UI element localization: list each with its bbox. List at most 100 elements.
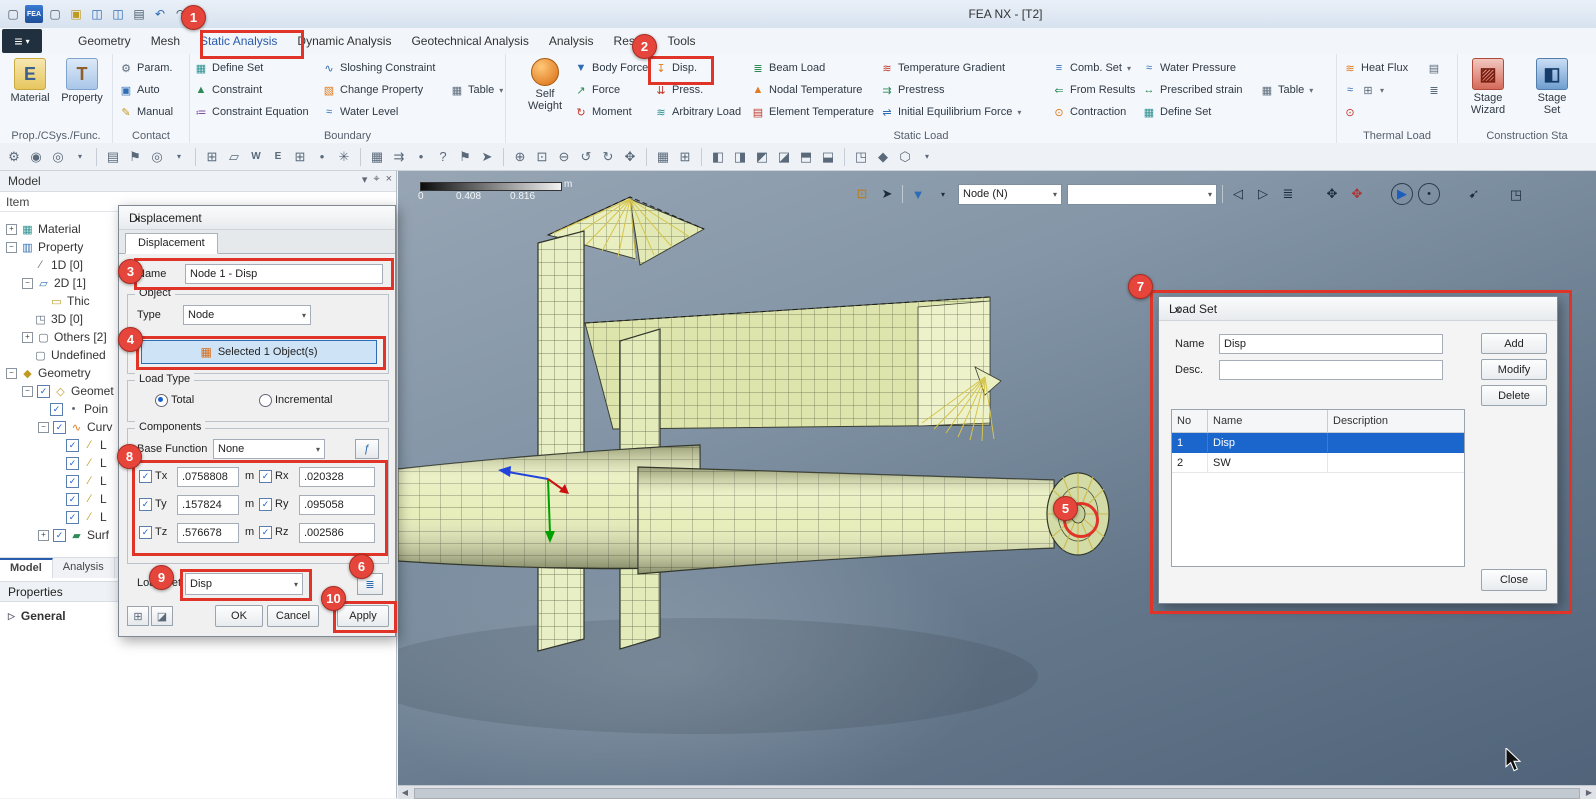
- property-button[interactable]: T Property: [58, 58, 106, 104]
- tree-item-others[interactable]: + ▢ Others [2]: [22, 328, 107, 346]
- collapse-icon[interactable]: −: [6, 241, 17, 253]
- open-file-icon[interactable]: ▣: [67, 5, 85, 23]
- tree-item-thickness[interactable]: ▭ Thic: [50, 292, 89, 310]
- collapse-icon[interactable]: −: [22, 277, 33, 289]
- change-property-button[interactable]: ▧ Change Property: [320, 80, 437, 100]
- object-type-select[interactable]: Node ▾: [183, 305, 311, 325]
- lock-icon[interactable]: ◉: [26, 147, 46, 167]
- checkbox[interactable]: ✓: [37, 384, 50, 398]
- contraction-button[interactable]: ⊙ Contraction: [1050, 102, 1137, 122]
- mesh-check-icon[interactable]: ▦: [367, 147, 387, 167]
- zoom-in-icon[interactable]: ⊕: [510, 147, 530, 167]
- manual-button[interactable]: ✎ Manual: [117, 102, 175, 122]
- auto-button[interactable]: ▣ Auto: [117, 80, 175, 100]
- tree-item-surface[interactable]: + ✓ ▰ Surf: [38, 526, 109, 544]
- close-button[interactable]: Close: [1481, 569, 1547, 591]
- material-button[interactable]: E Material: [6, 58, 54, 104]
- view-left-icon[interactable]: ⬒: [796, 147, 816, 167]
- sloshing-constraint-button[interactable]: ∿ Sloshing Constraint: [320, 58, 437, 78]
- record-icon[interactable]: •: [1418, 183, 1440, 205]
- dialog-title-bar[interactable]: Load Set ×: [1159, 297, 1557, 321]
- ry-checkbox[interactable]: ✓: [259, 498, 272, 511]
- scrollbar-thumb[interactable]: [414, 788, 1580, 799]
- horizontal-scrollbar[interactable]: ◀ ▶: [398, 785, 1596, 799]
- walkthrough-icon[interactable]: ➹: [1464, 184, 1484, 204]
- desc-input[interactable]: [1219, 360, 1443, 380]
- ty-input[interactable]: .157824: [177, 495, 239, 515]
- tree-item-2d[interactable]: − ▱ 2D [1]: [22, 274, 86, 292]
- undo-icon[interactable]: ↶: [151, 5, 169, 23]
- arbitrary-load-button[interactable]: ≋ Arbitrary Load: [652, 102, 743, 122]
- main-menu-button[interactable]: ≡ ▾: [2, 29, 42, 53]
- force-button[interactable]: ↗ Force: [572, 80, 650, 100]
- snap-mode-select[interactable]: Node (N) ▾: [958, 183, 1062, 205]
- star-icon[interactable]: ✳: [334, 147, 354, 167]
- axis-w-icon[interactable]: W: [246, 147, 266, 167]
- save-icon[interactable]: ◫: [88, 5, 106, 23]
- grid-view-icon[interactable]: ⊞: [675, 147, 695, 167]
- link-icon[interactable]: ⚑: [125, 147, 145, 167]
- print-icon[interactable]: ▤: [130, 5, 148, 23]
- tree-item-property[interactable]: − ▥ Property: [6, 238, 83, 256]
- snap-grid-icon[interactable]: ⊞: [290, 147, 310, 167]
- boundary-table-button[interactable]: ▦ Table ▾: [448, 80, 505, 100]
- scroll-right-icon[interactable]: ▶: [1582, 788, 1596, 797]
- convection-button[interactable]: ≈ ⊞ ▾: [1341, 80, 1410, 100]
- constraint-equation-button[interactable]: ≔ Constraint Equation: [192, 102, 311, 122]
- view-top-icon[interactable]: ◨: [730, 147, 750, 167]
- tab-analysis[interactable]: Analysis: [539, 28, 604, 54]
- tree-item-geomet[interactable]: − ✓ ◇ Geomet: [22, 382, 114, 400]
- define-set-button[interactable]: ▦ Define Set: [192, 58, 311, 78]
- table-input-button[interactable]: ⊞: [127, 606, 149, 626]
- expand-icon[interactable]: +: [38, 529, 49, 541]
- tab-geotechnical-analysis[interactable]: Geotechnical Analysis: [401, 28, 538, 54]
- dialog-title-bar[interactable]: Displacement ×: [119, 206, 395, 230]
- filter-select[interactable]: ▾: [1067, 183, 1217, 205]
- expand-icon[interactable]: +: [6, 223, 17, 235]
- tree-item-3d[interactable]: ◳ 3D [0]: [34, 310, 83, 328]
- rz-checkbox[interactable]: ✓: [259, 526, 272, 539]
- view-front-icon[interactable]: ◩: [752, 147, 772, 167]
- table-row[interactable]: 1 Disp: [1172, 433, 1464, 453]
- beam-load-button[interactable]: ≣ Beam Load: [749, 58, 876, 78]
- tree-item-line[interactable]: ✓ ∕ L: [66, 436, 107, 454]
- tx-input[interactable]: .0758808: [177, 467, 239, 487]
- moment-button[interactable]: ↻ Moment: [572, 102, 650, 122]
- book-icon[interactable]: ▤: [103, 147, 123, 167]
- pick-icon[interactable]: ➤: [877, 184, 897, 204]
- tab-analysis-panel[interactable]: Analysis: [53, 558, 115, 578]
- shade-mode-icon[interactable]: ◳: [851, 147, 871, 167]
- rotate-left-icon[interactable]: ↺: [576, 147, 596, 167]
- tab-static-analysis[interactable]: Static Analysis: [190, 28, 287, 54]
- checkbox[interactable]: ✓: [66, 438, 79, 452]
- wireframe-mode-icon[interactable]: ⬡: [895, 147, 915, 167]
- collapse-icon[interactable]: −: [38, 421, 49, 433]
- ty-checkbox[interactable]: ✓: [139, 498, 152, 511]
- view-back-icon[interactable]: ⬓: [818, 147, 838, 167]
- tree-item-line[interactable]: ✓ ∕ L: [66, 454, 107, 472]
- tree-item-line[interactable]: ✓ ∕ L: [66, 490, 107, 508]
- comb-set-button[interactable]: ≡ Comb. Set ▾: [1050, 58, 1137, 78]
- base-function-select[interactable]: None ▾: [213, 439, 325, 459]
- play-icon[interactable]: ▶: [1391, 183, 1413, 205]
- tab-mesh[interactable]: Mesh: [141, 28, 190, 54]
- thermal-extra2-button[interactable]: ≣: [1425, 80, 1443, 100]
- checkbox[interactable]: ✓: [50, 402, 63, 416]
- probe-icon[interactable]: ⚑: [455, 147, 475, 167]
- render-mode-icon[interactable]: ◆: [873, 147, 893, 167]
- zoom-out-icon[interactable]: ⊖: [554, 147, 574, 167]
- incremental-radio[interactable]: [259, 394, 272, 407]
- cancel-button[interactable]: Cancel: [267, 605, 319, 627]
- measure-icon[interactable]: ➤: [477, 147, 497, 167]
- thermal-source-button[interactable]: ⊙: [1341, 102, 1410, 122]
- constraint-button[interactable]: ▲ Constraint: [192, 80, 311, 100]
- temperature-gradient-button[interactable]: ≋ Temperature Gradient: [878, 58, 1023, 78]
- tree-item-line[interactable]: ✓ ∕ L: [66, 472, 107, 490]
- tree-item-point[interactable]: ✓ • Poin: [50, 400, 108, 418]
- view-control-icon[interactable]: ◳: [1506, 185, 1526, 205]
- from-results-button[interactable]: ⇐ From Results: [1050, 80, 1137, 100]
- table-view-icon[interactable]: ▦: [653, 147, 673, 167]
- clear-button[interactable]: ◪: [151, 606, 173, 626]
- view-right-icon[interactable]: ◪: [774, 147, 794, 167]
- initial-equilibrium-force-button[interactable]: ⇌ Initial Equilibrium Force ▾: [878, 102, 1023, 122]
